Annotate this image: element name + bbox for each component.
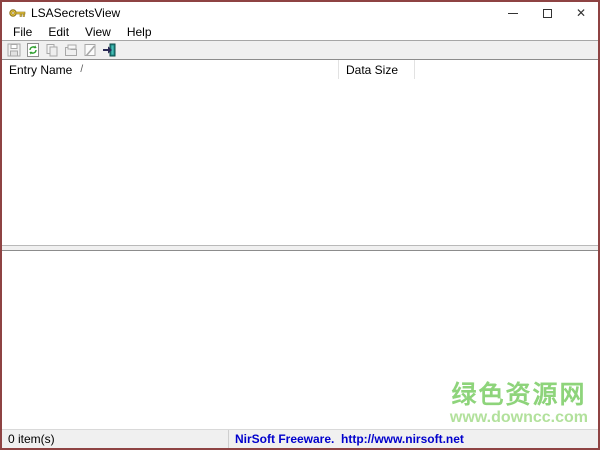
toolbar — [2, 40, 598, 60]
menu-file[interactable]: File — [5, 24, 40, 40]
maximize-icon — [542, 8, 552, 18]
status-freeware-text: NirSoft Freeware. http://www.nirsoft.net — [235, 432, 464, 446]
menu-view[interactable]: View — [77, 24, 119, 40]
minimize-button[interactable] — [496, 2, 530, 24]
column-data-size[interactable]: Data Size — [339, 60, 415, 79]
column-spacer — [415, 60, 598, 79]
properties-icon[interactable] — [63, 42, 79, 58]
copy-icon[interactable] — [44, 42, 60, 58]
column-entry-name-label: Entry Name — [9, 62, 73, 77]
watermark-url: www.downcc.com — [449, 409, 588, 427]
minimize-icon — [508, 12, 518, 14]
menu-edit[interactable]: Edit — [40, 24, 77, 40]
window-title: LSASecretsView — [31, 6, 121, 20]
close-icon: ✕ — [575, 6, 587, 20]
column-data-size-label: Data Size — [346, 62, 399, 77]
title-bar[interactable]: LSASecretsView ✕ — [2, 2, 598, 24]
status-item-count: 0 item(s) — [8, 432, 55, 446]
key-icon[interactable] — [9, 7, 26, 19]
detail-pane[interactable]: 绿色资源网 www.downcc.com — [2, 251, 598, 429]
menu-bar: File Edit View Help — [2, 24, 598, 40]
sort-indicator: / — [80, 64, 84, 75]
watermark-title: 绿色资源网 — [451, 380, 587, 409]
exit-icon[interactable] — [101, 42, 117, 58]
maximize-button[interactable] — [530, 2, 564, 24]
menu-help[interactable]: Help — [119, 24, 160, 40]
app-window: LSASecretsView ✕ File Edit View Help Ent… — [0, 0, 600, 450]
secrets-list-pane[interactable] — [2, 79, 598, 245]
list-header: Entry Name / Data Size — [2, 60, 598, 79]
report-icon[interactable] — [82, 42, 98, 58]
save-icon[interactable] — [6, 42, 22, 58]
column-entry-name[interactable]: Entry Name / — [2, 60, 339, 79]
watermark: 绿色资源网 www.downcc.com — [449, 380, 588, 427]
status-bar: 0 item(s) NirSoft Freeware. http://www.n… — [2, 429, 598, 448]
refresh-icon[interactable] — [25, 42, 41, 58]
close-button[interactable]: ✕ — [564, 2, 598, 24]
